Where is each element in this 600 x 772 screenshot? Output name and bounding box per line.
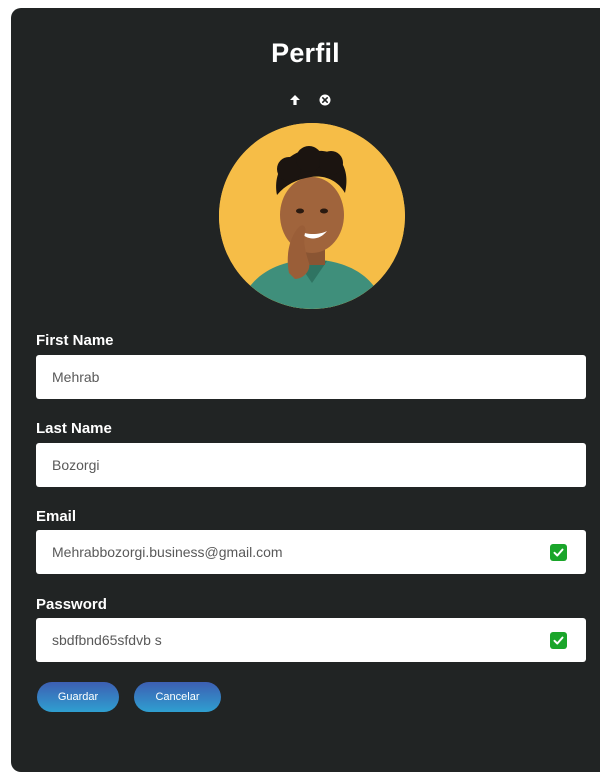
check-icon xyxy=(553,636,564,645)
first-name-field[interactable] xyxy=(36,355,586,399)
email-label: Email xyxy=(36,508,77,525)
password-input[interactable] xyxy=(36,618,586,662)
upload-icon[interactable] xyxy=(289,94,301,106)
profile-panel: Perfil First Name Mehrab Last Name Bozor… xyxy=(11,8,600,772)
first-name-input[interactable] xyxy=(36,355,586,399)
email-input[interactable] xyxy=(36,530,586,574)
email-valid-checkbox[interactable] xyxy=(550,544,567,561)
cancel-button[interactable]: Cancelar xyxy=(134,682,221,712)
first-name-label: First Name xyxy=(36,332,114,349)
last-name-input[interactable] xyxy=(36,443,586,487)
password-valid-checkbox[interactable] xyxy=(550,632,567,649)
save-button[interactable]: Guardar xyxy=(37,682,119,712)
last-name-label: Last Name xyxy=(36,420,112,437)
avatar xyxy=(219,123,405,309)
page-title: Perfil xyxy=(271,38,340,68)
password-label: Password xyxy=(36,596,107,613)
avatar-actions xyxy=(289,94,331,106)
avatar-image xyxy=(219,123,405,309)
last-name-field[interactable] xyxy=(36,443,586,487)
check-icon xyxy=(553,548,564,557)
password-field[interactable] xyxy=(36,618,586,662)
email-field[interactable] xyxy=(36,530,586,574)
remove-icon[interactable] xyxy=(319,94,331,106)
